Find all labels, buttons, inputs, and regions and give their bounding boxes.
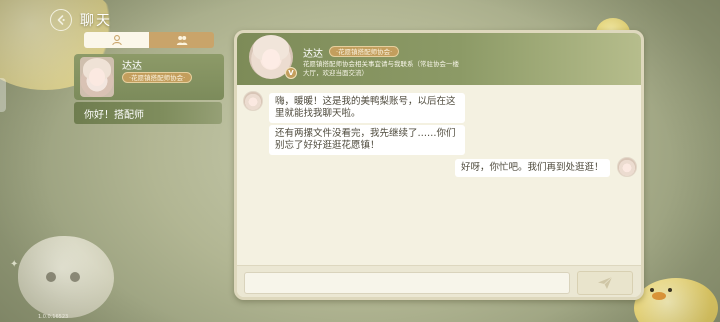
org-badge-text: 花愿镇搭配师协会 <box>131 74 184 82</box>
last-message-text: 你好！搭配师 <box>84 110 144 121</box>
version-label: 1.0.0.16523 <box>38 314 69 320</box>
back-button[interactable] <box>50 9 72 31</box>
paper-plane-icon <box>598 276 613 289</box>
contact-description: 花愿镇搭配师协会相关事宜请与我联系（常驻协会一楼大厅，欢迎当面交流） <box>303 60 459 77</box>
contact-tabs <box>84 32 214 48</box>
org-badge: ·花愿镇搭配师协会· <box>122 72 193 83</box>
self-avatar <box>617 157 637 177</box>
tab-group-chat[interactable] <box>149 32 214 48</box>
message-bubble: 还有两摞文件没看完，我先继续了……你们别忘了好好逛逛花愿镇！ <box>269 125 465 155</box>
message-bubble: 嗨，暖暖！这是我的美鸭梨账号，以后在这里就能找我聊天啦。 <box>269 93 465 123</box>
message-input[interactable] <box>244 272 570 294</box>
chat-org-badge-text: 花愿镇搭配师协会 <box>338 48 391 56</box>
message-list[interactable]: 嗨，暖暖！这是我的美鸭梨账号，以后在这里就能找我聊天啦。 还有两摞文件没看完，我… <box>237 85 641 265</box>
chat-header: V 达达 ·花愿镇搭配师协会· 花愿镇搭配师协会相关事宜请与我联系（常驻协会一楼… <box>237 33 641 85</box>
chat-contact-name: 达达 <box>303 49 323 60</box>
avatar <box>80 57 114 97</box>
chat-input-bar <box>237 265 641 297</box>
verified-v-icon: V <box>285 67 297 79</box>
contact-item-dada[interactable]: 达达 ·花愿镇搭配师协会· <box>74 54 224 100</box>
side-drawer-handle[interactable] <box>0 78 6 112</box>
chat-org-badge: ·花愿镇搭配师协会· <box>329 46 400 57</box>
chat-window: V 达达 ·花愿镇搭配师协会· 花愿镇搭配师协会相关事宜请与我联系（常驻协会一楼… <box>234 30 644 300</box>
contact-name: 达达 <box>122 61 142 72</box>
back-arrow-icon <box>57 15 65 25</box>
contact-last-message[interactable]: 你好！搭配师 <box>74 102 222 124</box>
single-person-icon <box>111 35 122 46</box>
message-bubble-self: 好呀，你忙吧。我们再到处逛逛！ <box>455 159 610 177</box>
page-title: 聊天 <box>80 13 112 29</box>
tab-private-chat[interactable] <box>84 32 149 48</box>
message-avatar <box>243 91 263 111</box>
group-icon <box>176 36 187 45</box>
send-button[interactable] <box>577 271 633 295</box>
